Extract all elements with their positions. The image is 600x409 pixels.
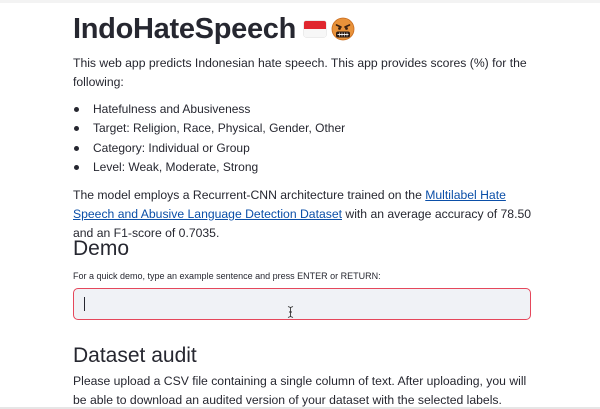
app-title: IndoHateSpeech <box>73 13 297 45</box>
feature-label: Hatefulness and Abusiveness <box>93 102 251 116</box>
ibeam-cursor-icon <box>287 306 294 318</box>
bullet-icon <box>74 145 79 151</box>
bullet-icon <box>74 165 79 171</box>
demo-heading: Demo <box>73 237 130 260</box>
dataset-audit-description: Please upload a CSV file containing a si… <box>73 374 527 407</box>
demo-hint: For a quick demo, type an example senten… <box>73 271 381 281</box>
app-page: IndoHateSpeech This web app predicts Ind… <box>0 0 600 409</box>
demo-sentence-input[interactable] <box>73 288 531 320</box>
angry-face-icon <box>331 17 355 41</box>
feature-label: Level: Weak, Moderate, Strong <box>93 160 259 175</box>
top-edge <box>0 0 600 3</box>
text-caret <box>84 297 85 311</box>
list-item: Category: Individual or Group <box>73 139 533 158</box>
dataset-audit-heading: Dataset audit <box>73 344 197 367</box>
model-description: The model employs a Recurrent-CNN archit… <box>73 186 533 243</box>
list-item: Level: Weak, Moderate, Strong <box>73 158 533 177</box>
main-content: IndoHateSpeech This web app predicts Ind… <box>73 8 533 243</box>
bullet-icon <box>74 107 79 112</box>
features-list: Hatefulness and Abusiveness Target: Reli… <box>73 100 533 178</box>
title-row: IndoHateSpeech <box>73 8 533 50</box>
bullet-icon <box>74 126 79 132</box>
model-text-before: The model employs a Recurrent-CNN archit… <box>73 187 426 202</box>
indonesia-flag-icon <box>304 21 327 37</box>
feature-label: Category: Individual or Group <box>93 140 250 155</box>
intro-text: This web app predicts Indonesian hate sp… <box>73 56 527 89</box>
list-item: Hatefulness and Abusiveness <box>73 100 533 119</box>
list-item: Target: Religion, Race, Physical, Gender… <box>73 119 533 138</box>
feature-label: Target: Religion, Race, Physical, Gender… <box>93 121 346 136</box>
